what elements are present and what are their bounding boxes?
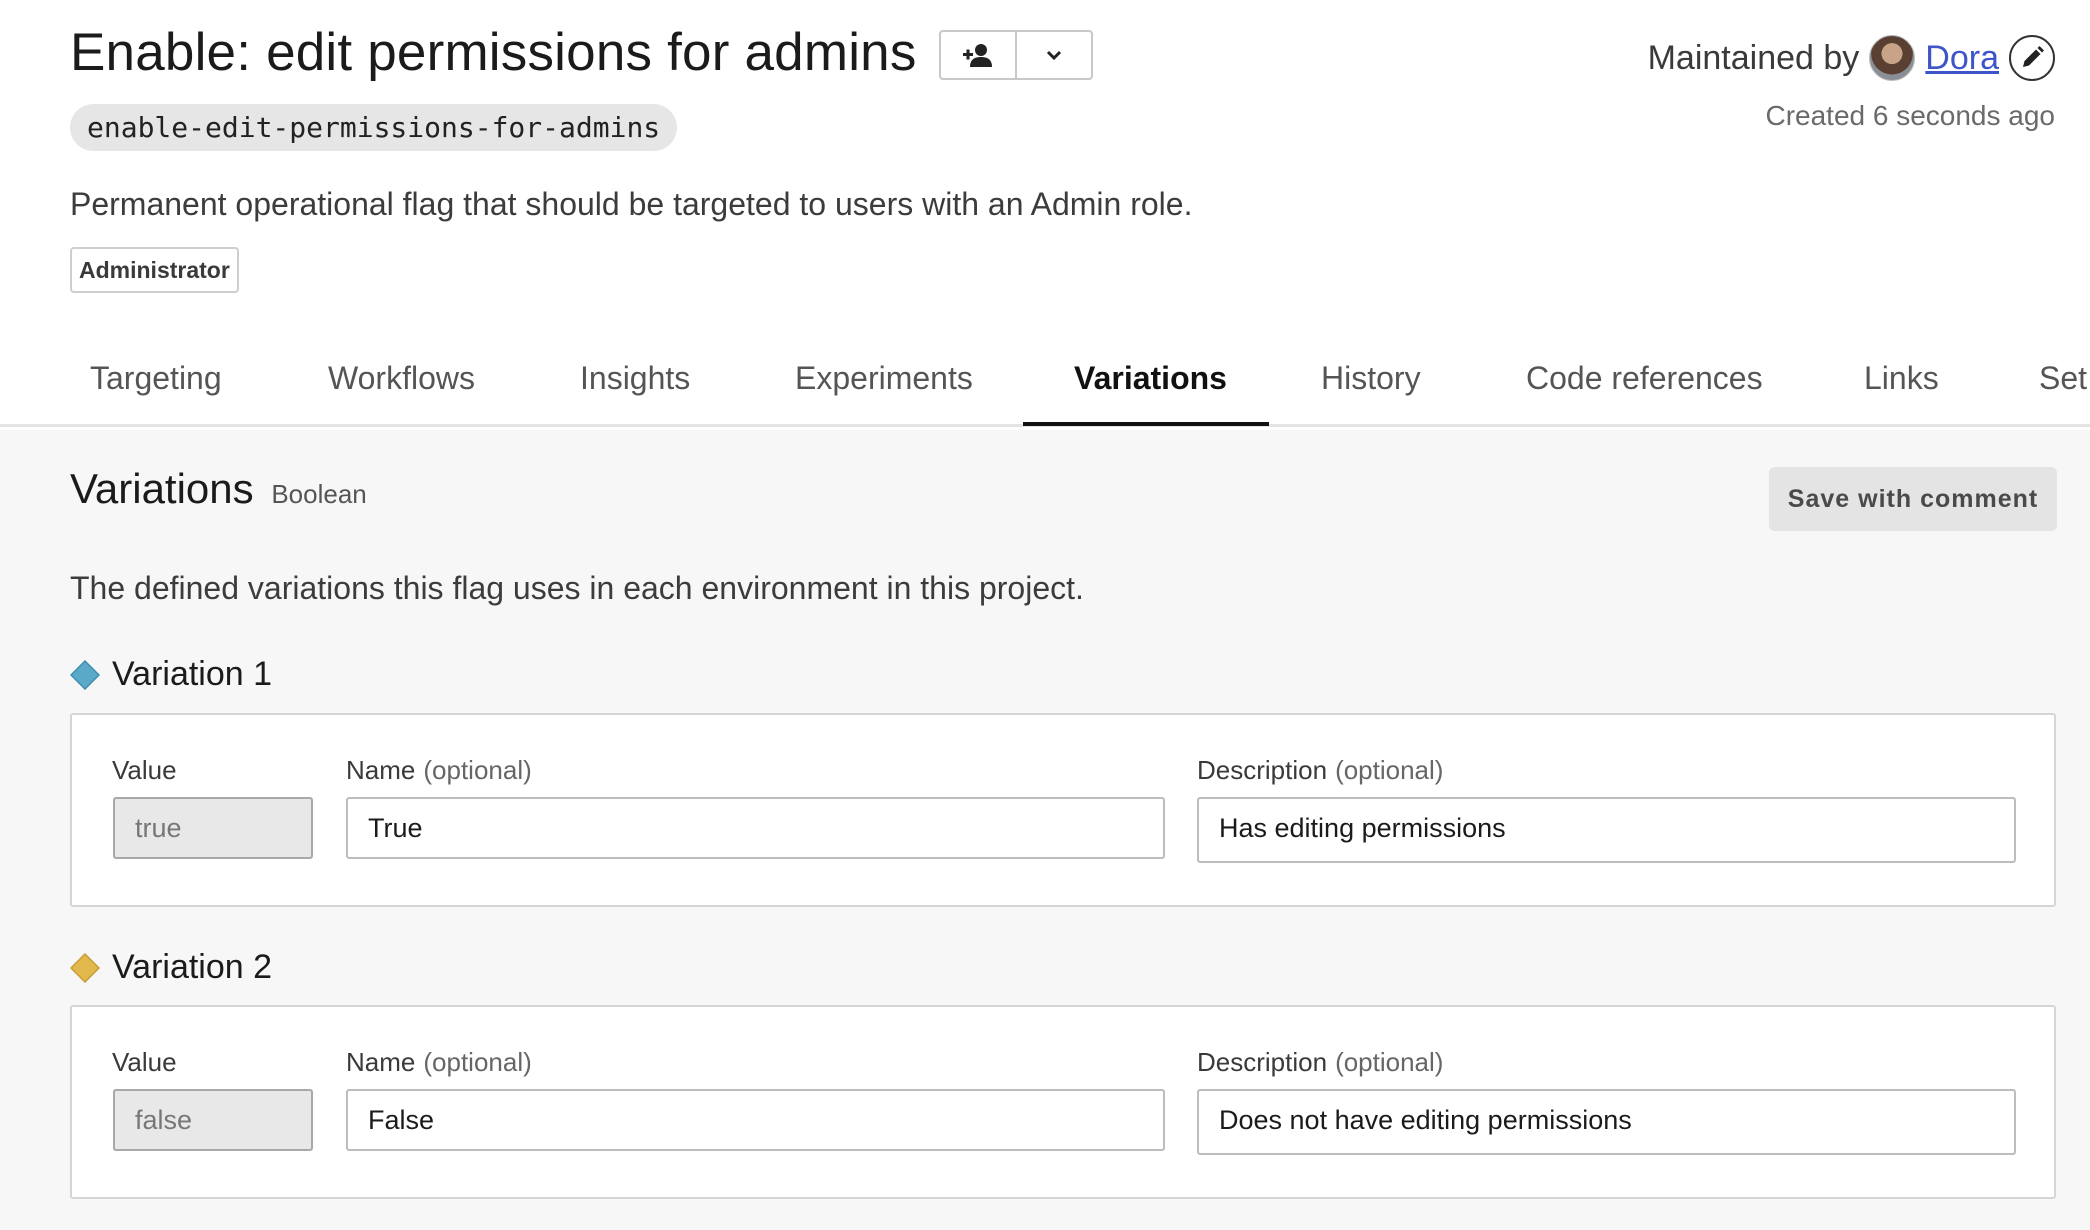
follow-button[interactable]: [941, 32, 1015, 78]
person-plus-icon: [963, 44, 992, 67]
variation-title: Variation 2: [112, 948, 273, 986]
tab-variations[interactable]: Variations: [1074, 360, 1227, 397]
name-input[interactable]: False: [346, 1089, 1165, 1151]
save-with-comment-button[interactable]: Save with comment: [1769, 467, 2057, 531]
description-input[interactable]: Does not have editing permissions: [1197, 1089, 2016, 1155]
name-label: Name (optional): [346, 1047, 532, 1077]
name-label: Name (optional): [346, 755, 532, 785]
variation-card: Value Name (optional) Description (optiona…: [70, 713, 2056, 907]
tab-bar: Targeting Workflows Insights Experiments…: [0, 340, 2090, 427]
tab-workflows[interactable]: Workflows: [328, 360, 475, 397]
value-label: Value: [112, 1047, 177, 1077]
description-label: Description (optional): [1197, 1047, 1444, 1077]
value-field: true: [113, 797, 313, 859]
chevron-down-icon: [1046, 50, 1062, 61]
tab-insights[interactable]: Insights: [580, 360, 690, 397]
pencil-icon: [2023, 46, 2044, 67]
maintainer-label: Maintained by: [1647, 38, 1860, 77]
section-description: The defined variations this flag uses in…: [70, 570, 1084, 606]
tab-history[interactable]: History: [1321, 360, 1421, 397]
avatar: [1869, 35, 1916, 81]
section-heading: Variations Boolean: [70, 465, 367, 513]
variation-title: Variation 1: [112, 655, 273, 693]
value-label: Value: [112, 755, 177, 785]
variation-heading: Variation 2: [70, 948, 272, 987]
variation-heading: Variation 1: [70, 655, 272, 694]
flag-header: Enable: edit permissions for admins enab…: [0, 0, 2090, 427]
created-timestamp: Created 6 seconds ago: [1765, 100, 2055, 131]
tab-settings[interactable]: Set: [2039, 360, 2087, 397]
description-input[interactable]: Has editing permissions: [1197, 797, 2016, 863]
tab-code-references[interactable]: Code references: [1526, 360, 1763, 397]
active-tab-indicator: [1023, 422, 1269, 426]
name-input[interactable]: True: [346, 797, 1165, 859]
variations-panel: Variations Boolean Save with comment The…: [0, 430, 2090, 1230]
page-title: Enable: edit permissions for admins: [70, 23, 917, 82]
tab-links[interactable]: Links: [1864, 360, 1939, 397]
diamond-icon: [70, 952, 100, 983]
maintainer-link[interactable]: Dora: [1925, 39, 1999, 78]
tag-badge[interactable]: Administrator: [70, 247, 239, 293]
flag-description: Permanent operational flag that should b…: [70, 186, 1193, 222]
section-title: Variations: [70, 465, 254, 512]
description-label: Description (optional): [1197, 755, 1444, 785]
more-options-button[interactable]: [1015, 32, 1091, 78]
variation-type: Boolean: [271, 479, 367, 509]
variation-card: Value Name (optional) Description (optiona…: [70, 1005, 2056, 1199]
value-field: false: [113, 1089, 313, 1151]
maintainer: Maintained by Dora: [1648, 35, 2055, 81]
diamond-icon: [70, 659, 100, 690]
edit-maintainer-button[interactable]: [2009, 35, 2055, 81]
tab-experiments[interactable]: Experiments: [795, 360, 973, 397]
tab-targeting[interactable]: Targeting: [90, 360, 222, 397]
follow-button-group: [939, 30, 1093, 80]
flag-key-badge[interactable]: enable-edit-permissions-for-admins: [70, 104, 678, 151]
